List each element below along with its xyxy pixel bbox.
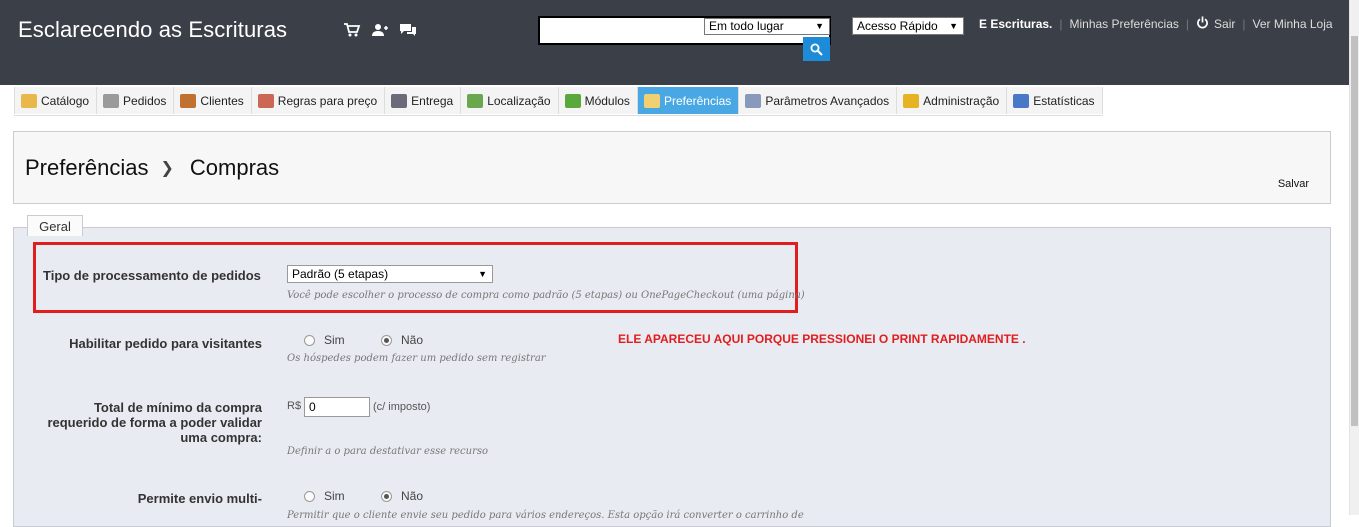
multi-shipping-yes-radio[interactable]: Sim <box>304 489 345 503</box>
order-process-value: Padrão (5 etapas) <box>292 267 389 281</box>
tab-label: Clientes <box>200 93 244 108</box>
multi-shipping-no-radio[interactable]: Não <box>381 489 423 503</box>
currency-label: R$ <box>287 400 302 412</box>
guest-checkout-no-radio[interactable]: Não <box>381 333 423 347</box>
order-process-help: Você pode escolher o processo de compra … <box>287 290 805 301</box>
breadcrumb-parent[interactable]: Preferências <box>25 155 149 181</box>
tab-8[interactable]: Preferências <box>637 87 740 114</box>
tax-note: (c/ imposto) <box>373 401 431 413</box>
scrollbar-thumb[interactable] <box>1351 36 1358 426</box>
tab-label: Administração <box>923 93 1000 108</box>
guest-checkout-label: Habilitar pedido para visitantes <box>69 336 262 351</box>
tab-label: Parâmetros Avançados <box>765 93 890 108</box>
radio-label: Não <box>401 333 424 347</box>
breadcrumb: Preferências ❯ Compras <box>25 155 279 181</box>
breadcrumb-current: Compras <box>189 155 280 180</box>
min-purchase-label-line: Total de mínimo da compra <box>93 400 262 415</box>
power-icon <box>1196 16 1209 32</box>
key-icon <box>903 93 920 108</box>
page-scrollbar[interactable] <box>1349 0 1359 515</box>
fieldset-legend: Geral <box>27 215 83 236</box>
tab-label: Entrega <box>411 93 454 108</box>
cart-icon <box>103 93 120 108</box>
search-icon <box>810 43 823 56</box>
chevron-down-icon: ▼ <box>949 21 958 31</box>
truck-icon <box>391 93 408 108</box>
annotation-text: ELE APARECEU AQUI PORQUE PRESSIONEI O PR… <box>618 332 1026 346</box>
min-purchase-label-line: uma compra: <box>180 430 262 445</box>
min-purchase-label: Total de mínimo da compra requerido de f… <box>30 400 262 445</box>
radio-label: Sim <box>324 489 345 503</box>
person-icon <box>180 93 197 108</box>
min-purchase-input[interactable]: 0 <box>304 397 370 417</box>
chevron-down-icon: ▼ <box>478 269 487 279</box>
chevron-down-icon: ▼ <box>815 21 824 31</box>
tab-label: Estatísticas <box>1033 93 1095 108</box>
search-scope-label: Em todo lugar <box>709 19 784 33</box>
guest-checkout-yes-radio[interactable]: Sim <box>304 333 345 347</box>
main-nav: Catálogo Pedidos Clientes Regras para preço… <box>14 87 1103 116</box>
users-icon[interactable] <box>371 22 389 38</box>
radio-circle <box>304 490 315 502</box>
radio-circle <box>304 334 315 346</box>
min-purchase-help: Definir a o para destativar esse recurso <box>287 446 488 457</box>
multi-shipping-label: Permite envio multi- <box>137 491 262 506</box>
tab-label: Catálogo <box>41 93 90 108</box>
tab-7[interactable]: Módulos <box>558 87 638 114</box>
divider: | <box>1242 17 1246 31</box>
quick-access-label: Acesso Rápido <box>857 19 938 33</box>
top-links: E Escrituras. | Minhas Preferências | Sa… <box>979 16 1333 32</box>
preferences-icon <box>643 93 660 108</box>
radio-circle-selected <box>381 334 392 346</box>
save-button[interactable]: Salvar <box>1278 178 1309 190</box>
puzzle-icon <box>564 93 581 108</box>
radio-label: Não <box>401 489 424 503</box>
top-header: Esclarecendo as Escrituras Em todo lugar… <box>0 0 1349 85</box>
tab-1[interactable]: Catálogo <box>14 87 98 114</box>
tab-label: Módulos <box>584 93 630 108</box>
chat-icon[interactable] <box>399 22 417 38</box>
my-preferences-link[interactable]: Minhas Preferências <box>1070 17 1179 31</box>
multi-shipping-help: Permitir que o cliente envie seu pedido … <box>287 510 804 521</box>
tab-5[interactable]: Entrega <box>385 87 462 114</box>
logout-link[interactable]: Sair <box>1214 17 1235 31</box>
min-purchase-label-line: requerido de forma a poder validar <box>47 415 262 430</box>
divider: | <box>1059 17 1063 31</box>
order-process-label: Tipo de processamento de pedidos <box>43 268 261 283</box>
chevron-right-icon: ❯ <box>160 160 174 177</box>
tab-label: Regras para preço <box>277 93 378 108</box>
folder-icon <box>21 93 37 108</box>
header-icons <box>343 22 417 38</box>
bar-chart-icon <box>1013 93 1030 108</box>
tab-2[interactable]: Pedidos <box>97 87 175 114</box>
tab-label: Preferências <box>663 93 732 108</box>
radio-label: Sim <box>324 333 345 347</box>
quick-access-select[interactable]: Acesso Rápido ▼ <box>852 17 964 35</box>
tab-4[interactable]: Regras para preço <box>251 87 386 114</box>
brand-title[interactable]: Esclarecendo as Escrituras <box>18 17 287 43</box>
wrench-icon <box>745 93 762 108</box>
order-process-select[interactable]: Padrão (5 etapas) ▼ <box>287 265 493 283</box>
search-button[interactable] <box>803 37 830 61</box>
page-header-panel: Preferências ❯ Compras Salvar <box>13 131 1331 204</box>
search-scope-select[interactable]: Em todo lugar ▼ <box>704 18 830 35</box>
tab-label: Localização <box>487 93 551 108</box>
tab-10[interactable]: Administração <box>897 87 1008 114</box>
tab-3[interactable]: Clientes <box>174 87 252 114</box>
guest-checkout-help: Os hóspedes podem fazer um pedido sem re… <box>287 353 546 364</box>
price-rules-icon <box>257 93 274 108</box>
divider: | <box>1185 17 1190 31</box>
globe-icon <box>467 93 484 108</box>
user-name-link[interactable]: E Escrituras. <box>979 17 1052 31</box>
cart-icon[interactable] <box>343 22 361 38</box>
tab-11[interactable]: Estatísticas <box>1007 87 1103 114</box>
tab-9[interactable]: Parâmetros Avançados <box>739 87 898 114</box>
tab-6[interactable]: Localização <box>461 87 559 114</box>
radio-circle-selected <box>381 490 392 502</box>
view-store-link[interactable]: Ver Minha Loja <box>1252 17 1332 31</box>
tab-label: Pedidos <box>123 93 167 108</box>
